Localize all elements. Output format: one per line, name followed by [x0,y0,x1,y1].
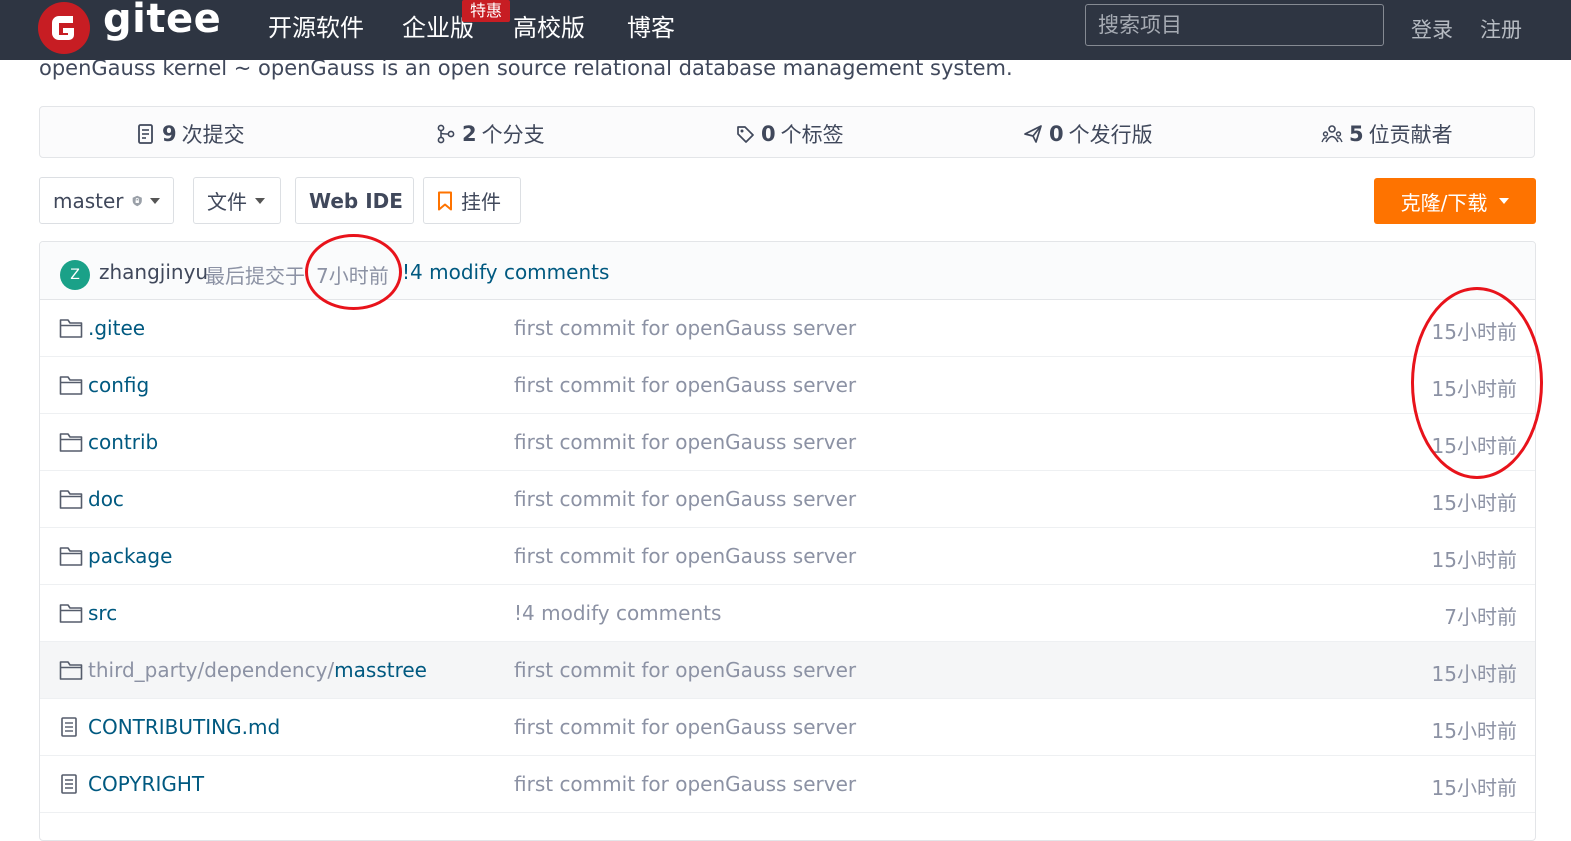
nav-blog[interactable]: 博客 [627,12,675,44]
file-icon [61,774,77,794]
stat-releases-label: 个发行版 [1068,123,1153,147]
branch-name: master [53,188,124,213]
release-icon [1024,125,1042,143]
stat-branches-label: 个分支 [481,123,545,147]
file-name[interactable]: third_party/dependency/masstree [88,658,427,682]
widget-label: 挂件 [461,190,501,214]
stat-tags[interactable]: 0 个标签 [735,119,844,149]
file-menu-button[interactable]: 文件 [193,177,281,224]
folder-icon [59,661,83,680]
stat-releases[interactable]: 0 个发行版 [1023,119,1153,149]
table-row[interactable]: package first commit for openGauss serve… [40,528,1535,585]
table-row[interactable]: CONTRIBUTING.md first commit for openGau… [40,699,1535,756]
file-name[interactable]: COPYRIGHT [88,772,204,796]
commit-time: 15小时前 [1431,548,1517,572]
chevron-down-icon [255,197,265,204]
folder-icon [59,604,83,623]
file-name[interactable]: doc [88,487,124,511]
file-name[interactable]: config [88,373,149,397]
stat-tags-count: 0 [761,122,776,146]
stat-commits-label: 次提交 [181,123,245,147]
last-commit-message[interactable]: !4 modify comments [402,260,609,284]
commit-message[interactable]: first commit for openGauss server [514,715,856,739]
file-list: Z zhangjinyu 最后提交于 7小时前 !4 modify commen… [39,241,1536,841]
repo-stats-bar: 9 次提交 2 个分支 0 个标签 0 个发行版 5 位贡献者 [39,106,1535,158]
commit-message[interactable]: first commit for openGauss server [514,658,856,682]
gitee-logo-icon[interactable] [38,2,90,54]
search-input[interactable] [1085,4,1384,46]
web-ide-button[interactable]: Web IDE [295,177,414,224]
stat-contributors-label: 位贡献者 [1368,123,1453,147]
file-name[interactable]: .gitee [88,316,145,340]
folder-icon [59,376,83,395]
commit-time: 15小时前 [1431,491,1517,515]
file-name[interactable]: package [88,544,172,568]
commit-time: 15小时前 [1431,662,1517,686]
register-link[interactable]: 注册 [1480,14,1522,44]
avatar[interactable]: Z [60,260,90,290]
file-name[interactable]: CONTRIBUTING.md [88,715,280,739]
file-name[interactable]: src [88,601,117,625]
stat-contributors-count: 5 [1349,122,1364,146]
commit-message[interactable]: first commit for openGauss server [514,487,856,511]
stat-tags-label: 个标签 [780,123,844,147]
commit-message[interactable]: first commit for openGauss server [514,772,856,796]
commit-time: 15小时前 [1431,776,1517,800]
branch-selector[interactable]: master [39,177,174,224]
commit-icon [138,124,153,144]
branch-icon [437,124,455,144]
commit-time: 15小时前 [1431,719,1517,743]
commit-time: 15小时前 [1431,320,1517,344]
stat-commits-count: 9 [162,122,177,146]
last-commit-bar: Z zhangjinyu 最后提交于 7小时前 !4 modify commen… [40,242,1535,300]
nav-open-source[interactable]: 开源软件 [268,12,364,44]
folder-icon [59,433,83,452]
shield-lock-icon [132,195,142,206]
contributors-icon [1321,125,1343,143]
folder-icon [59,490,83,509]
file-menu-label: 文件 [207,190,247,214]
file-icon [61,717,77,737]
commit-time: 15小时前 [1431,377,1517,401]
commit-message[interactable]: !4 modify comments [514,601,721,625]
table-row[interactable]: contrib first commit for openGauss serve… [40,414,1535,471]
logo-text[interactable]: gitee [103,0,221,42]
clone-download-button[interactable]: 克隆/下载 [1374,178,1536,224]
stat-releases-count: 0 [1049,122,1064,146]
folder-icon [59,319,83,338]
table-row[interactable]: third_party/dependency/masstree first co… [40,642,1535,699]
commit-time: 15小时前 [1431,434,1517,458]
bookmark-icon [438,191,452,210]
stat-contributors[interactable]: 5 位贡献者 [1321,119,1453,149]
folder-icon [59,547,83,566]
table-row[interactable]: COPYRIGHT first commit for openGauss ser… [40,756,1535,813]
last-commit-time: 7小时前 [316,264,389,288]
commit-time: 7小时前 [1444,605,1517,629]
login-link[interactable]: 登录 [1411,14,1453,44]
last-commit-label: 最后提交于 [205,264,305,288]
commit-message[interactable]: first commit for openGauss server [514,544,856,568]
widget-button[interactable]: 挂件 [423,177,521,224]
stat-branches[interactable]: 2 个分支 [436,119,545,149]
chevron-down-icon [1499,198,1510,204]
web-ide-label: Web IDE [309,188,403,213]
clone-download-label: 克隆/下载 [1400,190,1488,215]
commit-message[interactable]: first commit for openGauss server [514,430,856,454]
stat-commits[interactable]: 9 次提交 [136,119,245,149]
stat-branches-count: 2 [462,122,477,146]
nav-education[interactable]: 高校版 [513,12,585,44]
file-name[interactable]: contrib [88,430,158,454]
tag-icon [737,126,754,143]
commit-message[interactable]: first commit for openGauss server [514,373,856,397]
commit-message[interactable]: first commit for openGauss server [514,316,856,340]
table-row[interactable]: doc first commit for openGauss server 15… [40,471,1535,528]
chevron-down-icon [150,197,160,204]
commit-author[interactable]: zhangjinyu [99,260,208,284]
table-row[interactable]: src !4 modify comments 7小时前 [40,585,1535,642]
promo-badge: 特惠 [462,0,510,22]
table-row[interactable]: .gitee first commit for openGauss server… [40,300,1535,357]
table-row[interactable]: config first commit for openGauss server… [40,357,1535,414]
top-navbar: gitee 开源软件 企业版 特惠 高校版 博客 登录 注册 [0,0,1571,60]
